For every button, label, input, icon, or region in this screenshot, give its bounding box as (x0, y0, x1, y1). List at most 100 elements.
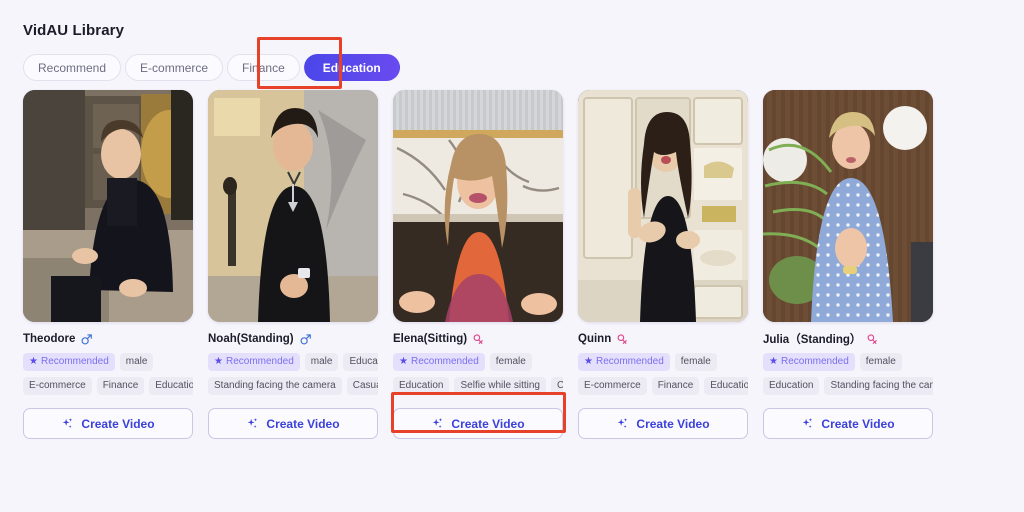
female-icon (867, 333, 878, 344)
avatar-tag: Education (393, 377, 450, 395)
avatar-card[interactable]: Quinn ★ Recommended female E-commerce Finance… (578, 90, 748, 439)
avatar-card-grid: Theodore ★ Recommended male E-commerce Financ… (23, 90, 933, 439)
recommended-badge-label: Recommended (40, 356, 109, 367)
avatar-tag-row-secondary: Standing facing the cameraCasual (208, 377, 378, 395)
avatar-thumbnail[interactable] (23, 90, 193, 322)
avatar-thumbnail-image (208, 90, 378, 322)
create-video-button[interactable]: Create Video (763, 408, 933, 439)
recommended-badge: ★ Recommended (578, 353, 670, 371)
star-icon: ★ (584, 356, 593, 367)
avatar-card[interactable]: Noah(Standing) ★RecommendedmaleEducation S… (208, 90, 378, 439)
avatar-tag: Finance (96, 377, 145, 395)
create-video-label: Create Video (81, 416, 155, 431)
avatar-name: Theodore (23, 333, 76, 345)
create-video-label: Create Video (636, 416, 710, 431)
avatar-tag: Education (149, 377, 193, 395)
avatar-tag-row-secondary: EducationSelfie while sitting Casual (393, 377, 563, 395)
avatar-name-row: Noah(Standing) (208, 331, 378, 347)
recommended-badge-label: Recommended (410, 356, 479, 367)
avatar-meta: Julia（Standing） ★ Recommended female Educati… (763, 322, 933, 439)
avatar-name: Noah(Standing) (208, 333, 294, 345)
sparkle-icon-wrap (431, 417, 444, 430)
avatar-thumbnail[interactable] (208, 90, 378, 322)
recommended-badge: ★ Recommended (763, 353, 855, 371)
avatar-tag-row-secondary: E-commerceFinanceEducation (578, 377, 748, 395)
female-icon (866, 333, 879, 346)
page-title: VidAU Library (23, 22, 125, 39)
avatar-tag-row-primary: ★ Recommended female (578, 353, 748, 371)
recommended-badge: ★ Recommended (393, 353, 485, 371)
create-video-button[interactable]: Create Video (208, 408, 378, 439)
star-icon: ★ (214, 356, 223, 367)
avatar-thumbnail[interactable] (393, 90, 563, 322)
sparkle-icon-wrap (246, 417, 259, 430)
female-icon (616, 333, 629, 346)
create-video-button[interactable]: Create Video (578, 408, 748, 439)
category-tabs: Recommend E-commerce Finance Education (23, 54, 400, 81)
avatar-tag: Education (763, 377, 820, 395)
create-video-label: Create Video (451, 416, 525, 431)
female-icon (473, 333, 483, 344)
sparkle-icon (248, 418, 258, 429)
avatar-tag: Education (704, 377, 748, 395)
female-icon (617, 333, 628, 344)
avatar-meta: Elena(Sitting) ★ Recommended female Educatio… (393, 322, 563, 439)
avatar-tag: male (119, 353, 154, 371)
recommended-badge-label: Recommended (595, 356, 664, 367)
sparkle-icon-wrap (801, 417, 814, 430)
male-icon (300, 333, 311, 344)
tab-finance[interactable]: Finance (227, 54, 300, 81)
avatar-thumbnail-image (763, 90, 933, 322)
tab-recommend[interactable]: Recommend (23, 54, 122, 81)
avatar-thumbnail-image (578, 90, 748, 322)
avatar-name-row: Julia（Standing） (763, 331, 933, 347)
male-icon (81, 333, 93, 344)
avatar-meta: Noah(Standing) ★RecommendedmaleEducation S… (208, 322, 378, 439)
recommended-badge-label: Recommended (780, 356, 849, 367)
avatar-name: Elena(Sitting) (393, 333, 468, 345)
create-video-button[interactable]: Create Video (393, 408, 563, 439)
avatar-tag: female (674, 353, 717, 371)
female-icon (472, 333, 485, 346)
avatar-name: Quinn (578, 333, 612, 345)
avatar-meta: Theodore ★ Recommended male E-commerce Financ… (23, 322, 193, 439)
avatar-name-row: Theodore (23, 331, 193, 347)
avatar-meta: Quinn ★ Recommended female E-commerce Finance… (578, 322, 748, 439)
avatar-tag: male (304, 353, 339, 371)
avatar-thumbnail-image (23, 90, 193, 322)
avatar-thumbnail[interactable] (763, 90, 933, 322)
star-icon: ★ (769, 356, 778, 367)
sparkle-icon (803, 418, 813, 429)
create-video-label: Create Video (821, 416, 895, 431)
sparkle-icon (63, 418, 73, 429)
avatar-tag: Casual (550, 377, 563, 395)
avatar-tag-row-primary: ★ Recommended male (23, 353, 193, 371)
avatar-tag-row-secondary: EducationStanding facing the camera (763, 377, 933, 395)
avatar-tag-row-primary: ★ Recommended female (763, 353, 933, 371)
star-icon: ★ (29, 356, 38, 367)
avatar-name-row: Quinn (578, 331, 748, 347)
avatar-card[interactable]: Julia（Standing） ★ Recommended female Educati… (763, 90, 933, 439)
recommended-badge: ★ Recommended (23, 353, 115, 371)
create-video-button[interactable]: Create Video (23, 408, 193, 439)
recommended-badge: ★ Recommended (208, 353, 300, 371)
avatar-tag: female (489, 353, 532, 371)
sparkle-icon-wrap (616, 417, 629, 430)
avatar-card[interactable]: Theodore ★ Recommended male E-commerce Financ… (23, 90, 193, 439)
avatar-tag: Finance (651, 377, 700, 395)
avatar-tag: E-commerce (578, 377, 647, 395)
sparkle-icon (618, 418, 628, 429)
tab-education[interactable]: Education (303, 54, 400, 81)
avatar-tag: E-commerce (23, 377, 92, 395)
avatar-tag-row-primary: ★RecommendedmaleEducation (208, 353, 378, 371)
tab-e-commerce[interactable]: E-commerce (125, 54, 224, 81)
vidau-library-page: VidAU Library Recommend E-commerce Finance… (0, 0, 1024, 512)
avatar-tag: Education (343, 353, 378, 371)
star-icon: ★ (399, 356, 408, 367)
avatar-tag: Casual (346, 377, 378, 395)
avatar-thumbnail[interactable] (578, 90, 748, 322)
create-video-label: Create Video (266, 416, 340, 431)
avatar-tag: female (859, 353, 902, 371)
avatar-card[interactable]: Elena(Sitting) ★ Recommended female Educatio… (393, 90, 563, 439)
sparkle-icon-wrap (61, 417, 74, 430)
